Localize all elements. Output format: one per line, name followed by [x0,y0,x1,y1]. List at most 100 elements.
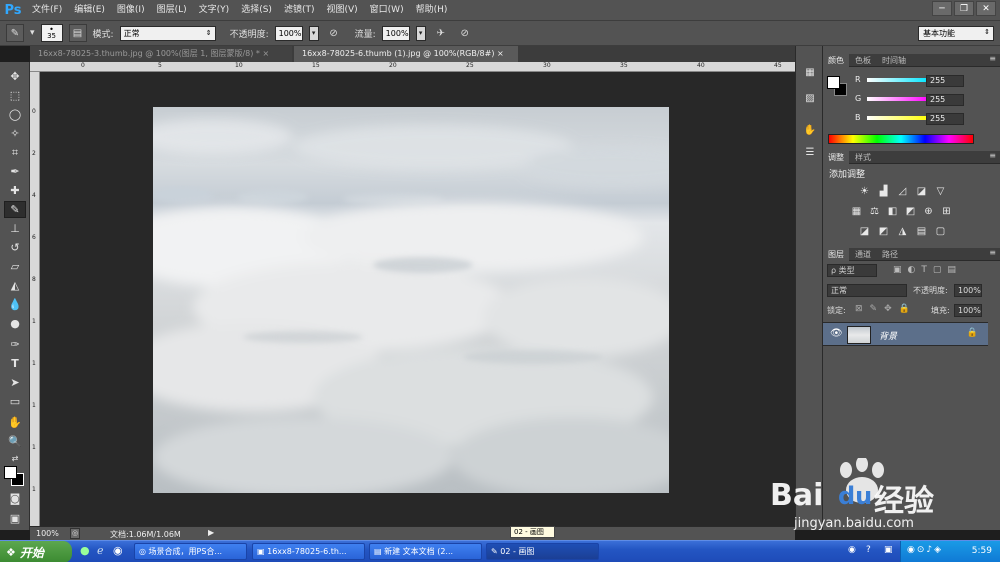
brightness-icon[interactable]: ☀ [858,185,871,197]
flow-input[interactable]: 100% [381,25,410,41]
brush-panel-icon[interactable]: ▤ [68,24,87,42]
channel-mixer-icon[interactable]: ⊕ [922,205,935,217]
slider-g[interactable]: G ▲ 255 [827,94,997,107]
stamp-tool-icon[interactable]: ⊥ [4,220,26,237]
quicklaunch-icon[interactable]: ◉ [113,544,123,557]
gradient-map-icon[interactable]: ▤ [915,225,928,237]
blur-tool-icon[interactable]: 💧 [4,296,26,313]
levels-icon[interactable]: ▟ [877,185,890,197]
dodge-tool-icon[interactable]: ● [4,315,26,332]
lock-icons[interactable]: ⊠✎✥🔒 [855,304,917,314]
airbrush-icon[interactable]: ✈ [432,24,450,42]
mode-select[interactable]: 正常 ⇕ [119,25,216,41]
menu-image[interactable]: 图像(I) [111,0,151,20]
zoom-level[interactable]: 100% [36,529,59,538]
flow-dropdown[interactable]: ▾ [415,25,426,41]
panel-menu-icon[interactable]: ≡ [989,151,996,160]
slider-b-track[interactable] [867,116,929,120]
exposure-icon[interactable]: ◪ [915,185,928,197]
workspace-select[interactable]: 基本功能 ⇕ [918,26,994,41]
layer-name[interactable]: 背景 [879,329,897,342]
pressure-opacity-icon[interactable]: ⊘ [325,24,343,42]
tool-presets-icon[interactable]: ✋ [800,122,820,138]
layer-row-background[interactable]: 👁 背景 🔒 [823,322,988,346]
restore-button[interactable]: ❐ [954,1,974,16]
adjustments-dock-icon[interactable]: ☰ [800,144,820,160]
history-icon[interactable]: ▦ [800,64,820,80]
slider-g-track[interactable] [867,97,929,101]
slider-r-track[interactable] [867,78,929,82]
layer-opacity-input[interactable]: 100% [954,284,982,297]
tab-channels[interactable]: 通道 [850,248,876,261]
color-lookup-icon[interactable]: ⊞ [940,205,953,217]
tray-icon[interactable]: ▣ [884,545,893,555]
channel-r-value[interactable]: 255 [926,75,964,87]
menu-filter[interactable]: 滤镜(T) [278,0,321,20]
tab-timeline[interactable]: 时间轴 [877,54,911,67]
menu-window[interactable]: 窗口(W) [364,0,410,20]
hand-tool-icon[interactable]: ✋ [4,414,26,431]
pressure-size-icon[interactable]: ⊘ [456,24,474,42]
history-brush-tool-icon[interactable]: ↺ [4,239,26,256]
opacity-dropdown[interactable]: ▾ [308,25,319,41]
photo-filter-icon[interactable]: ◩ [904,205,917,217]
slider-b[interactable]: B ▲ 255 [827,113,997,126]
marquee-tool-icon[interactable]: ⬚ [4,87,26,104]
opacity-input[interactable]: 100% [274,25,303,41]
curves-icon[interactable]: ◿ [896,185,909,197]
path-select-tool-icon[interactable]: ➤ [4,374,26,391]
layer-filter-icons[interactable]: ▣◐T▢▤ [893,265,962,275]
taskbar-button-paint[interactable]: ✎ 02 - 画图 [486,543,599,560]
tab-swatches[interactable]: 色板 [850,54,876,67]
eye-icon[interactable]: 👁 [830,328,843,339]
zoom-tool-icon[interactable]: 🔍 [4,433,26,450]
foreground-color-swatch[interactable] [4,466,17,479]
tray-icon[interactable]: ◉ [848,545,856,555]
minimize-button[interactable]: ─ [932,1,952,16]
eyedropper-tool-icon[interactable]: ✒ [4,163,26,180]
swap-colors-icon[interactable]: ⇄ [4,450,26,467]
crop-tool-icon[interactable]: ⌗ [4,144,26,161]
menu-type[interactable]: 文字(Y) [193,0,236,20]
tray-icons[interactable]: ◉⊙♪◈ [907,545,943,555]
tab-document-1[interactable]: 16xx8-78025-3.thumb.jpg @ 100%(图层 1, 图层蒙… [30,46,292,62]
black-white-icon[interactable]: ◧ [886,205,899,217]
hue-saturation-icon[interactable]: ▦ [850,205,863,217]
menu-help[interactable]: 帮助(H) [410,0,454,20]
healing-brush-tool-icon[interactable]: ✚ [4,182,26,199]
tab-layers[interactable]: 图层 [823,248,849,261]
quick-select-tool-icon[interactable]: ✧ [4,125,26,142]
brush-tool-icon[interactable]: ✎ [4,201,26,218]
move-tool-icon[interactable]: ✥ [4,68,26,85]
status-menu-icon[interactable]: ◎ [70,528,80,539]
vibrance-icon[interactable]: ▽ [934,185,947,197]
tab-adjustments[interactable]: 调整 [823,151,849,164]
panel-foreground-swatch[interactable] [827,76,840,89]
help-icon[interactable]: ? [866,545,871,555]
color-spectrum-bar[interactable] [828,134,974,144]
menu-view[interactable]: 视图(V) [320,0,363,20]
invert-icon[interactable]: ◪ [858,225,871,237]
menu-edit[interactable]: 编辑(E) [68,0,111,20]
channel-g-value[interactable]: 255 [926,94,964,106]
color-balance-icon[interactable]: ⚖ [868,205,881,217]
quick-mask-icon[interactable]: ◙ [4,490,26,507]
threshold-icon[interactable]: ◮ [896,225,909,237]
slider-r[interactable]: R ▲ 255 [827,75,997,88]
taskbar-button-notepad[interactable]: ▤ 新建 文本文档 (2... [369,543,482,560]
tab-paths[interactable]: 路径 [877,248,903,261]
clock[interactable]: 5:59 [972,546,992,556]
blend-mode-select[interactable]: 正常 [827,284,907,297]
brush-size-picker[interactable]: • 35 [40,24,63,42]
preset-arrow-icon[interactable]: ▾ [30,28,35,38]
brush-preset-icon[interactable]: ✎ [6,24,24,42]
tab-document-2[interactable]: 16xx8-78025-6.thumb (1).jpg @ 100%(RGB/8… [294,46,518,62]
menu-select[interactable]: 选择(S) [235,0,278,20]
start-button[interactable]: ❖ 开始 [0,541,72,562]
type-tool-icon[interactable]: T [4,355,26,372]
quicklaunch-icon[interactable]: ● [80,544,90,557]
tab-color[interactable]: 颜色 [823,54,849,67]
panel-menu-icon[interactable]: ≡ [989,54,996,63]
ie-icon[interactable]: ℯ [97,544,104,557]
document-canvas-clouds[interactable] [153,107,669,493]
